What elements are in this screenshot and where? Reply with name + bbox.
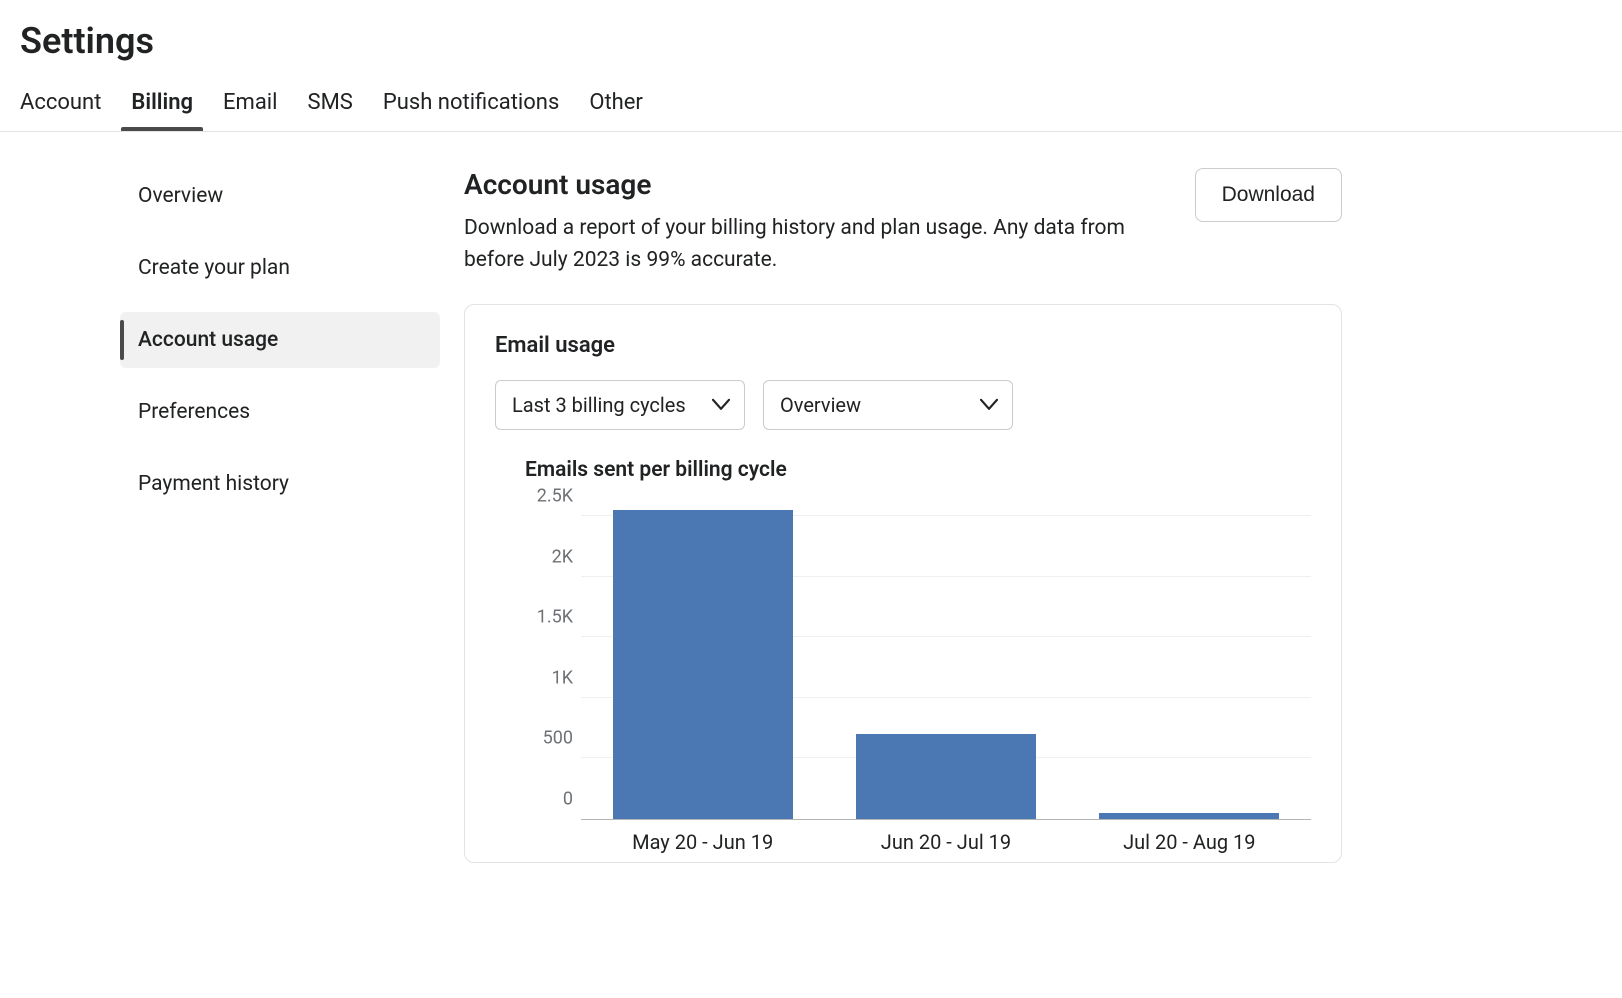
chart-y-tick: 0 <box>563 789 573 810</box>
sidebar-item-preferences[interactable]: Preferences <box>120 384 440 440</box>
download-button[interactable]: Download <box>1195 168 1342 222</box>
sidebar-item-payment-history[interactable]: Payment history <box>120 456 440 512</box>
tab-billing[interactable]: Billing <box>131 80 193 131</box>
tabbar: Account Billing Email SMS Push notificat… <box>0 80 1622 132</box>
chart-x-axis: May 20 - Jun 19 Jun 20 - Jul 19 Jul 20 - A… <box>581 820 1311 854</box>
chart-x-label: Jul 20 - Aug 19 <box>1099 830 1279 854</box>
chart-x-label: May 20 - Jun 19 <box>613 830 793 854</box>
chart-plot <box>581 500 1311 820</box>
sidebar-item-create-your-plan[interactable]: Create your plan <box>120 240 440 296</box>
sidebar-item-overview[interactable]: Overview <box>120 168 440 224</box>
chart-container: Emails sent per billing cycle 0 500 1K 1.5K… <box>495 458 1311 854</box>
email-usage-card: Email usage Last 3 billing cycles Overvi… <box>464 304 1342 863</box>
chart-y-tick: 1.5K <box>537 607 573 628</box>
period-select-value: Last 3 billing cycles <box>512 393 686 417</box>
chart-bar <box>613 510 793 819</box>
main-content: Account usage Download a report of your … <box>440 168 1602 863</box>
page-title: Settings <box>20 20 1602 62</box>
chart-y-tick: 2.5K <box>537 486 573 507</box>
period-select[interactable]: Last 3 billing cycles <box>495 380 745 430</box>
chart-y-tick: 500 <box>543 728 573 749</box>
tab-push-notifications[interactable]: Push notifications <box>383 80 559 131</box>
sidebar: Overview Create your plan Account usage … <box>120 168 440 863</box>
chart-y-tick: 1K <box>552 667 573 688</box>
chart-bar <box>856 734 1036 819</box>
chart-y-tick: 2K <box>552 546 573 567</box>
chevron-down-icon <box>712 392 730 416</box>
sidebar-item-account-usage[interactable]: Account usage <box>120 312 440 368</box>
tab-email[interactable]: Email <box>223 80 277 131</box>
chevron-down-icon <box>980 392 998 416</box>
section-title: Account usage <box>464 168 1155 201</box>
tab-account[interactable]: Account <box>20 80 101 131</box>
tab-sms[interactable]: SMS <box>308 80 353 131</box>
card-title: Email usage <box>495 333 1311 358</box>
chart-bars <box>581 500 1311 819</box>
chart-y-axis: 05001K1.5K2K2.5K <box>525 500 581 820</box>
tab-other[interactable]: Other <box>589 80 643 131</box>
chart-title: Emails sent per billing cycle <box>525 458 1311 482</box>
chart: 05001K1.5K2K2.5K <box>525 500 1311 820</box>
section-description: Download a report of your billing histor… <box>464 213 1155 276</box>
chart-x-label: Jun 20 - Jul 19 <box>856 830 1036 854</box>
view-select-value: Overview <box>780 393 861 417</box>
view-select[interactable]: Overview <box>763 380 1013 430</box>
chart-bar <box>1099 813 1279 819</box>
